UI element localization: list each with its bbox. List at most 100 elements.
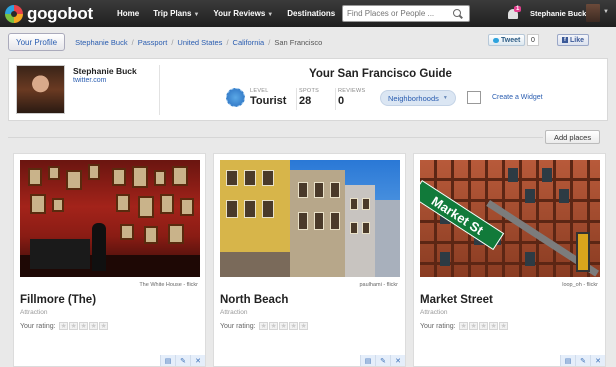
- profile-avatar[interactable]: [16, 65, 65, 114]
- chevron-down-icon[interactable]: ▼: [603, 9, 609, 15]
- user-avatar[interactable]: [586, 4, 600, 22]
- star-icon[interactable]: [278, 322, 288, 330]
- breadcrumb-separator: /: [171, 37, 174, 47]
- star-icon[interactable]: [488, 322, 498, 330]
- place-card: The White House - flickr Fillmore (The) …: [13, 153, 206, 367]
- rating-label: Your rating:: [420, 322, 456, 330]
- star-icon[interactable]: [468, 322, 478, 330]
- search-input[interactable]: [343, 9, 451, 18]
- place-type: Attraction: [220, 309, 248, 316]
- gogobot-logo[interactable]: gogobot: [5, 4, 105, 24]
- card-actions: ▤ ✎ ✕: [360, 355, 405, 366]
- search-icon[interactable]: [453, 8, 463, 19]
- your-profile-button[interactable]: Your Profile: [8, 33, 66, 51]
- place-title[interactable]: North Beach: [220, 294, 288, 306]
- place-type: Attraction: [420, 309, 448, 316]
- notifications[interactable]: 1: [507, 6, 522, 20]
- edit-icon[interactable]: ✎: [375, 355, 390, 366]
- rating: Your rating:: [420, 322, 509, 330]
- spots-label: SPOTS: [299, 88, 320, 94]
- star-icon[interactable]: [58, 322, 68, 330]
- card-icon[interactable]: ▤: [560, 355, 575, 366]
- breadcrumb-united-states[interactable]: United States: [177, 38, 222, 47]
- star-icon[interactable]: [288, 322, 298, 330]
- card-actions: ▤ ✎ ✕: [560, 355, 605, 366]
- star-icon[interactable]: [478, 322, 488, 330]
- rating-stars: [58, 322, 109, 330]
- level-value: Tourist: [250, 95, 287, 107]
- user-name[interactable]: Stephanie Buck: [530, 9, 586, 18]
- star-icon[interactable]: [68, 322, 78, 330]
- profile-name[interactable]: Stephanie Buck: [73, 66, 137, 76]
- nav-home[interactable]: Home: [117, 9, 139, 18]
- nav-trip-plans[interactable]: Trip Plans ▼: [153, 9, 199, 18]
- edit-icon[interactable]: ✎: [575, 355, 590, 366]
- close-icon[interactable]: ✕: [190, 355, 205, 366]
- place-title[interactable]: Market Street: [420, 294, 493, 306]
- nav-your-reviews[interactable]: Your Reviews ▼: [213, 9, 273, 18]
- reviews-label: REVIEWS: [338, 88, 366, 94]
- create-widget-link[interactable]: Create a Widget: [492, 94, 543, 101]
- guide-title: Your San Francisco Guide: [309, 68, 452, 80]
- breadcrumb-passport[interactable]: Passport: [138, 38, 168, 47]
- level-badge-icon: [226, 88, 245, 107]
- breadcrumb-separator: /: [226, 37, 229, 47]
- photo-credit[interactable]: paulhami - flickr: [359, 282, 398, 288]
- divider: [296, 88, 297, 110]
- place-photo[interactable]: [20, 160, 200, 277]
- card-actions: ▤ ✎ ✕: [160, 355, 205, 366]
- main-nav: Home Trip Plans ▼ Your Reviews ▼ Destinati…: [117, 9, 349, 18]
- level-stat: LEVEL Tourist: [250, 88, 286, 107]
- breadcrumb-stephanie-buck[interactable]: Stephanie Buck: [75, 38, 128, 47]
- card-icon[interactable]: ▤: [360, 355, 375, 366]
- logo-text: gogobot: [27, 3, 93, 23]
- photo-credit[interactable]: The White House - flickr: [139, 282, 198, 288]
- card-icon[interactable]: ▤: [160, 355, 175, 366]
- close-icon[interactable]: ✕: [590, 355, 605, 366]
- star-icon[interactable]: [498, 322, 508, 330]
- tweet-button[interactable]: Tweet: [488, 34, 526, 46]
- facebook-like-button[interactable]: f Like: [557, 34, 590, 46]
- breadcrumb-current: San Francisco: [274, 37, 323, 47]
- place-card: paulhami - flickr North Beach Attraction…: [213, 153, 406, 367]
- star-icon[interactable]: [268, 322, 278, 330]
- place-photo[interactable]: [220, 160, 400, 277]
- rating-stars: [458, 322, 509, 330]
- divider: [335, 88, 336, 110]
- breadcrumb-california[interactable]: California: [233, 38, 265, 47]
- star-icon[interactable]: [298, 322, 308, 330]
- star-icon[interactable]: [88, 322, 98, 330]
- close-icon[interactable]: ✕: [390, 355, 405, 366]
- guide-header-panel: Stephanie Buck twitter.com Your San Fran…: [8, 58, 608, 121]
- star-icon[interactable]: [98, 322, 108, 330]
- breadcrumb-separator: /: [268, 37, 271, 47]
- edit-icon[interactable]: ✎: [175, 355, 190, 366]
- place-photo[interactable]: Market St: [420, 160, 600, 277]
- map-icon[interactable]: [467, 91, 481, 104]
- rating-label: Your rating:: [220, 322, 256, 330]
- reviews-stat: REVIEWS 0: [338, 88, 365, 107]
- twitter-bird-icon: [493, 37, 499, 43]
- place-card: Market St loop_oh - flickr Market Street…: [413, 153, 606, 367]
- chevron-down-icon: ▼: [193, 12, 200, 18]
- chevron-down-icon: ▼: [442, 95, 448, 101]
- search-box: [342, 5, 470, 22]
- divider: [8, 137, 543, 138]
- star-icon[interactable]: [458, 322, 468, 330]
- spots-value: 28: [299, 95, 312, 107]
- add-places-button[interactable]: Add places: [545, 130, 601, 144]
- divider: [159, 65, 160, 115]
- profile-twitter-link[interactable]: twitter.com: [73, 77, 106, 84]
- star-icon[interactable]: [258, 322, 268, 330]
- star-icon[interactable]: [78, 322, 88, 330]
- place-title[interactable]: Fillmore (The): [20, 294, 96, 306]
- top-navigation-bar: gogobot Home Trip Plans ▼ Your Reviews ▼ D…: [0, 0, 616, 27]
- tweet-count: 0: [527, 34, 539, 46]
- rating-stars: [258, 322, 309, 330]
- neighborhoods-dropdown[interactable]: Neighborhoods ▼: [380, 90, 456, 106]
- rating-label: Your rating:: [20, 322, 56, 330]
- logo-icon: [5, 4, 23, 23]
- nav-destinations[interactable]: Destinations: [287, 9, 335, 18]
- photo-credit[interactable]: loop_oh - flickr: [562, 282, 598, 288]
- place-type: Attraction: [20, 309, 48, 316]
